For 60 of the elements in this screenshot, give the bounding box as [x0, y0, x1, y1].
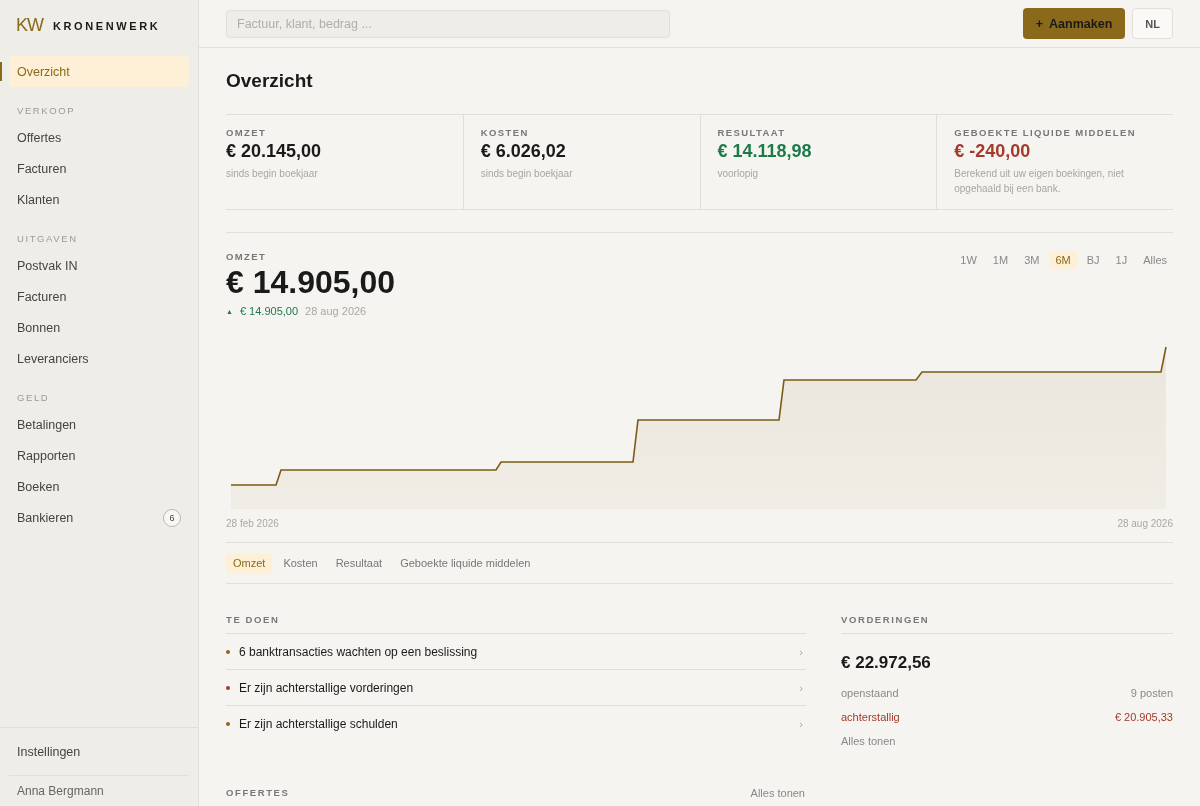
active-indicator	[0, 62, 2, 81]
change-amount: € 14.905,00	[239, 305, 299, 317]
section-title: VORDERINGEN	[841, 614, 1173, 634]
nav-item[interactable]: Bankieren 6	[9, 502, 189, 533]
brand-name: KRONENWERK	[53, 19, 161, 32]
todo-item[interactable]: Er zijn achterstallige schulden	[239, 716, 791, 731]
nav-item[interactable]: Boeken	[9, 471, 189, 502]
metric-tab[interactable]: Kosten	[276, 553, 325, 573]
kpi-label: KOSTEN	[480, 127, 530, 138]
nav-item[interactable]: Offertes	[9, 122, 189, 153]
receivable-label: openstaand	[841, 687, 899, 699]
chevron-icon: ›	[799, 681, 806, 694]
section-heading: VERKOOP	[16, 104, 77, 118]
kpi-value: € 6.026,02	[480, 141, 567, 162]
nav-item[interactable]: Facturen	[9, 153, 189, 184]
section-heading: UITGAVEN	[16, 232, 79, 246]
nav-item[interactable]: Leveranciers	[9, 343, 189, 374]
kpi-note: sinds begin boekjaar	[226, 167, 319, 181]
nav-item[interactable]: Instellingen	[9, 736, 189, 767]
section-title: OFFERTES	[226, 787, 290, 800]
kpi-label: GEBOEKTE LIQUIDE MIDDELEN	[954, 127, 1137, 138]
chevron-icon: ›	[799, 645, 806, 658]
nav-item[interactable]: Postvak IN	[9, 250, 189, 281]
change-date: 28 aug 2026	[305, 305, 367, 317]
language-button[interactable]: NL	[1132, 8, 1173, 39]
page-title: Overzicht	[226, 70, 314, 92]
kpi-value: € 20.145,00	[226, 141, 323, 162]
receivable-label: achterstallig	[841, 711, 900, 723]
logo-mark: KW	[16, 15, 43, 36]
receivables-total: € 22.972,56	[841, 653, 932, 673]
kpi-value: € 14.118,98	[717, 141, 813, 162]
nav-item[interactable]: Rapporten	[9, 440, 189, 471]
nav-item[interactable]: Bonnen	[9, 312, 189, 343]
metric-tab[interactable]: Geboekte liquide middelen	[393, 553, 538, 573]
kpi-value: € -240,00	[954, 141, 1032, 162]
count-badge: 6	[163, 508, 181, 527]
kpi-note: sinds begin boekjaar	[480, 167, 574, 181]
kpi-label: OMZET	[226, 127, 268, 138]
revenue-total: € 14.905,00	[226, 264, 396, 301]
nav-item[interactable]: Klanten	[9, 184, 189, 215]
kpi-note: Berekend uit uw eigen boekingen, niet opgehaald bij een bank.	[954, 167, 1125, 196]
section-heading: GELD	[16, 391, 51, 405]
kpi-label: RESULTAAT	[717, 127, 787, 138]
range-tab[interactable]: 6M	[1049, 251, 1077, 269]
nav-item[interactable]: Facturen	[9, 281, 189, 312]
section-title: TE DOEN	[226, 614, 806, 634]
user-name[interactable]: Anna Bergmann	[9, 775, 189, 806]
metric-tab[interactable]: Omzet	[226, 553, 273, 573]
chevron-icon: ›	[799, 717, 806, 730]
todo-item[interactable]: 6 banktransacties wachten op een beslissing	[239, 644, 791, 659]
chart-label: OMZET	[226, 251, 268, 262]
kpi-note: voorlopig	[717, 167, 760, 181]
todo-item[interactable]: Er zijn achterstallige vorderingen	[239, 680, 791, 695]
axis-label: 28 aug 2026	[1117, 518, 1173, 529]
search-field[interactable]: Factuur, klant, bedrag ...	[226, 9, 670, 38]
axis-label: 28 feb 2026	[226, 518, 279, 529]
receivable-value: 9 posten	[1130, 687, 1173, 699]
metric-tab[interactable]: Resultaat	[328, 553, 390, 573]
nav-item[interactable]: Betalingen	[9, 409, 189, 440]
receivable-value: € 20.905,33	[1114, 711, 1173, 723]
